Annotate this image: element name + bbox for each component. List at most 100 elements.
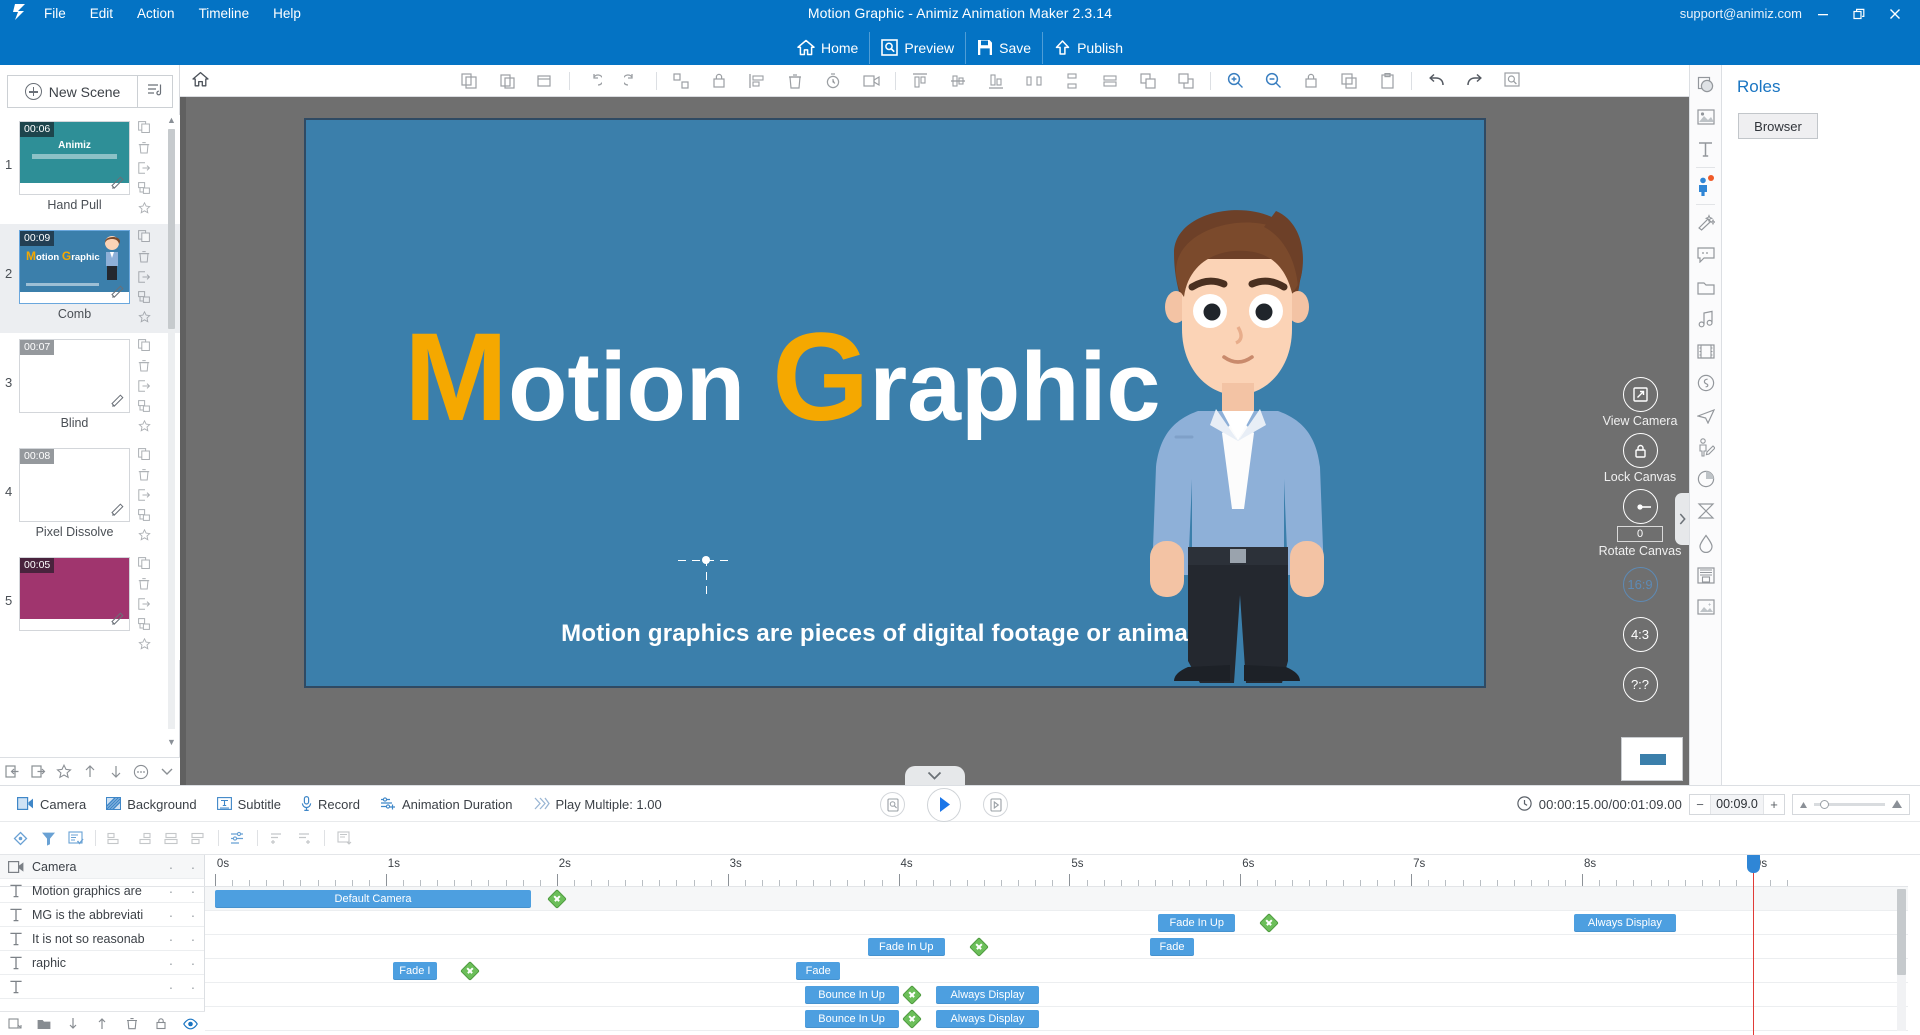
timer-icon[interactable]: [814, 66, 852, 96]
role-icon[interactable]: [1690, 170, 1721, 202]
import-scene-icon[interactable]: [0, 758, 26, 786]
track-visibility-dot[interactable]: ·: [182, 932, 204, 946]
timeline-clip[interactable]: Bounce In Up: [804, 986, 899, 1004]
selection-anchor[interactable]: [678, 556, 734, 600]
timeline-keyframe[interactable]: [902, 985, 923, 1005]
ratio-custom-button[interactable]: ?:?: [1622, 667, 1658, 702]
align-tracks-left-icon[interactable]: [101, 826, 129, 850]
record-button[interactable]: Record: [292, 792, 369, 818]
timeline-clip[interactable]: Fade I: [392, 962, 438, 980]
timeline-clip[interactable]: Always Display: [1573, 914, 1677, 932]
track-header-row[interactable]: raphic · ·: [0, 951, 204, 975]
timeline-lane[interactable]: Bounce In Up Always Display: [205, 1007, 1908, 1031]
view-camera-button[interactable]: [1622, 377, 1658, 412]
playhead-handle[interactable]: [1747, 855, 1760, 873]
align-top-icon[interactable]: [901, 66, 939, 96]
image-icon[interactable]: [1690, 101, 1721, 133]
preview-frame-button[interactable]: [880, 792, 905, 817]
timeline-clip[interactable]: Fade In Up: [867, 938, 945, 956]
favorite-icon[interactable]: [137, 419, 151, 435]
folder-icon[interactable]: [1690, 271, 1721, 303]
clipboard-icon[interactable]: [1368, 66, 1406, 96]
duplicate-icon[interactable]: [138, 182, 150, 197]
export-icon[interactable]: [138, 162, 151, 177]
adjust-timing-icon[interactable]: [224, 826, 252, 850]
cut-icon[interactable]: [526, 66, 564, 96]
track-visibility-dot[interactable]: ·: [182, 884, 204, 898]
favorite-icon[interactable]: [137, 201, 151, 217]
track-option-dot[interactable]: ·: [160, 932, 182, 946]
formula-icon[interactable]: [1690, 495, 1721, 527]
duration-decrease-button[interactable]: −: [1690, 795, 1710, 814]
track-visibility-dot[interactable]: ·: [182, 956, 204, 970]
text-icon[interactable]: [1690, 133, 1721, 165]
track-visibility-dot[interactable]: ·: [182, 980, 204, 994]
scene-scroll-up-arrow[interactable]: ▲: [166, 115, 177, 127]
search-icon[interactable]: [1493, 66, 1531, 96]
scene-list[interactable]: 1 Animiz 00:06 Hand Pull 2 Motion Graphic…: [0, 115, 180, 775]
copy-icon[interactable]: [138, 448, 150, 463]
track-header-row[interactable]: Motion graphics are · ·: [0, 879, 204, 903]
group-icon[interactable]: [662, 66, 700, 96]
timeline-lane[interactable]: Bounce In Up Always Display: [205, 983, 1908, 1007]
distribute-tracks-icon[interactable]: [185, 826, 213, 850]
track-visibility-dot[interactable]: ·: [182, 908, 204, 922]
anchor-dot[interactable]: [702, 556, 710, 564]
export-icon[interactable]: [138, 271, 151, 286]
zoom-in-icon[interactable]: [1216, 66, 1254, 96]
play-button[interactable]: [927, 787, 961, 822]
publish-button[interactable]: Publish: [1042, 31, 1134, 64]
delete-icon[interactable]: [138, 468, 150, 484]
shift-left-icon[interactable]: [263, 826, 291, 850]
scene-scroll-thumb[interactable]: [168, 129, 175, 329]
subtitle-button[interactable]: Subtitle: [208, 793, 290, 817]
bring-front-icon[interactable]: [1129, 66, 1167, 96]
timeline-keyframe[interactable]: [902, 1009, 923, 1029]
delete-icon[interactable]: [138, 250, 150, 266]
align-tracks-right-icon[interactable]: [129, 826, 157, 850]
ratio-16-9-button[interactable]: 16:9: [1622, 567, 1658, 602]
background-button[interactable]: Background: [97, 793, 205, 817]
edit-scene-icon[interactable]: [111, 284, 125, 301]
shape-icon[interactable]: [1690, 69, 1721, 101]
export-icon[interactable]: [138, 489, 151, 504]
track-visibility-dot[interactable]: ·: [182, 860, 204, 874]
scene-item[interactable]: 1 Animiz 00:06 Hand Pull: [0, 115, 180, 224]
timeline-clip[interactable]: Always Display: [936, 1010, 1039, 1028]
minimap-viewport[interactable]: [1640, 754, 1666, 765]
filter-icon[interactable]: [34, 826, 62, 850]
sort-scenes-button[interactable]: [138, 75, 173, 108]
duplicate-icon[interactable]: [138, 400, 150, 415]
scene-thumbnail[interactable]: Animiz 00:06: [19, 121, 130, 195]
edit-scene-icon[interactable]: [111, 393, 125, 410]
scene-collapse-icon[interactable]: [154, 758, 180, 786]
flight-icon[interactable]: [1690, 399, 1721, 431]
drop-icon[interactable]: [1690, 527, 1721, 559]
scene-thumbnail[interactable]: Motion Graphic 00:09: [19, 230, 130, 304]
move-down-icon[interactable]: [103, 758, 129, 786]
visibility-icon[interactable]: [176, 1018, 205, 1030]
slide-canvas[interactable]: Motion Graphic Motion graphics are piece…: [304, 118, 1486, 688]
gallery-icon[interactable]: [1690, 591, 1721, 623]
more-options-icon[interactable]: [129, 758, 155, 786]
track-settings-icon[interactable]: [62, 826, 90, 850]
effect-icon[interactable]: [1690, 207, 1721, 239]
timeline-lane[interactable]: Fade I Fade: [205, 959, 1908, 983]
canvas-collapse-tab[interactable]: [904, 766, 965, 785]
minimize-button[interactable]: [1806, 2, 1840, 26]
sound-icon[interactable]: [1690, 367, 1721, 399]
distribute-h-icon[interactable]: [1015, 66, 1053, 96]
canvas-home-button[interactable]: [180, 71, 220, 90]
timeline-keyframe[interactable]: [968, 937, 989, 957]
timeline-lane[interactable]: Fade In Up Fade: [205, 935, 1908, 959]
export-scene-icon[interactable]: [26, 758, 52, 786]
canvas-stage[interactable]: Motion Graphic Motion graphics are piece…: [180, 97, 1689, 785]
new-scene-button[interactable]: New Scene: [7, 75, 138, 108]
redo-icon[interactable]: [1455, 66, 1493, 96]
undo-group-icon[interactable]: [575, 66, 613, 96]
duplicate-icon[interactable]: [138, 509, 150, 524]
copy-icon[interactable]: [138, 121, 150, 136]
home-button[interactable]: Home: [786, 32, 869, 64]
add-track-icon[interactable]: [0, 1017, 29, 1030]
align-left-icon[interactable]: [738, 66, 776, 96]
